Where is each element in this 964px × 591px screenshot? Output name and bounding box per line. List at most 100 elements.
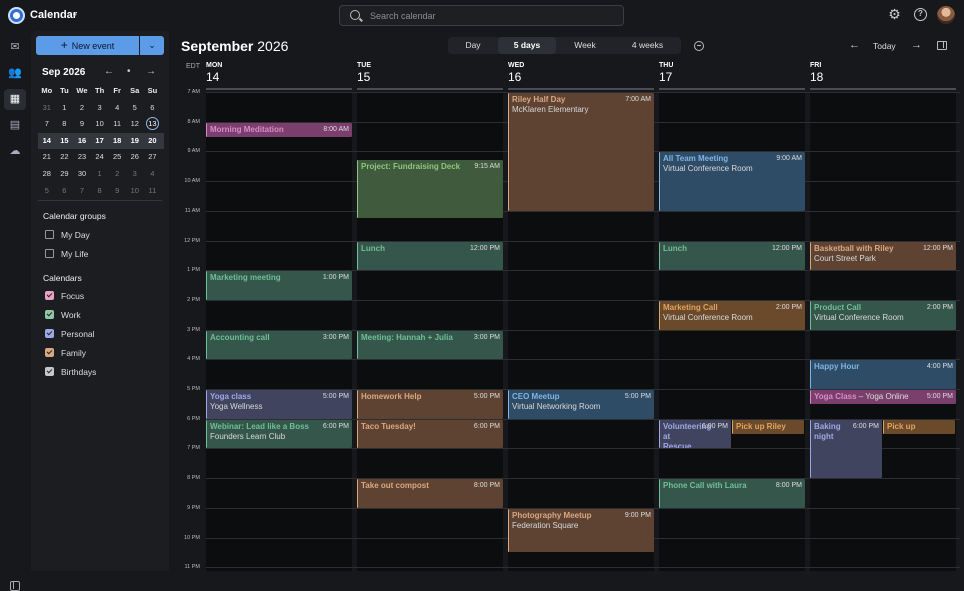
- zoom-out-icon[interactable]: [694, 41, 704, 51]
- mini-today-dot-icon[interactable]: •: [127, 66, 131, 77]
- mini-day[interactable]: 23: [73, 149, 91, 166]
- calendar-event[interactable]: Photography Meetup 9:00 PM Federation Squa…: [508, 508, 654, 553]
- calendar-event[interactable]: All Team Meeting 9:00 AM Virtual Conferenc…: [659, 152, 805, 211]
- mini-day[interactable]: 25: [108, 149, 126, 166]
- mini-day[interactable]: 10: [91, 116, 109, 133]
- day-header[interactable]: MON 14: [206, 62, 352, 84]
- mini-day[interactable]: 8: [56, 116, 74, 133]
- mini-day[interactable]: 1: [56, 100, 74, 117]
- mini-day[interactable]: 5: [38, 183, 56, 200]
- calendar-event[interactable]: Marketing meeting 1:00 PM: [206, 271, 352, 300]
- day-header[interactable]: TUE 15: [357, 62, 503, 84]
- mini-day[interactable]: 9: [108, 183, 126, 200]
- mini-day[interactable]: 22: [56, 149, 74, 166]
- view-tab[interactable]: 5 days: [498, 37, 556, 54]
- avatar[interactable]: [937, 6, 955, 24]
- mini-day[interactable]: 27: [144, 149, 162, 166]
- gear-icon[interactable]: ⚙: [888, 7, 901, 21]
- mini-day[interactable]: 4: [144, 166, 162, 183]
- mini-day[interactable]: 11: [108, 116, 126, 133]
- mini-day[interactable]: 20: [144, 133, 162, 150]
- calendar-icon[interactable]: ▦: [8, 93, 22, 105]
- mini-day[interactable]: 5: [126, 100, 144, 117]
- view-tab[interactable]: 4 weeks: [614, 37, 681, 54]
- mini-day[interactable]: 11: [144, 183, 162, 200]
- search-input[interactable]: Search calendar: [339, 5, 624, 26]
- calendar-event[interactable]: Pick up6:00 PM: [883, 419, 955, 434]
- next-arrow-icon[interactable]: →: [911, 39, 922, 51]
- checkbox-icon[interactable]: [45, 348, 54, 357]
- mini-day[interactable]: 2: [108, 166, 126, 183]
- mini-day[interactable]: 6: [56, 183, 74, 200]
- mini-day[interactable]: 17: [91, 133, 109, 150]
- chevron-down-icon[interactable]: ⌄: [71, 8, 79, 19]
- mini-day[interactable]: 10: [126, 183, 144, 200]
- mini-day[interactable]: 16: [73, 133, 91, 150]
- calendar-event[interactable]: Riley Half Day 7:00 AM McKlaren Elementary: [508, 93, 654, 211]
- help-icon[interactable]: ?: [914, 8, 927, 21]
- calendar-event[interactable]: Taco Tuesday! 6:00 PM: [357, 419, 503, 449]
- view-tab[interactable]: Week: [556, 37, 614, 54]
- day-header[interactable]: WED 16: [508, 62, 654, 84]
- calendar-event[interactable]: Happy Hour 4:00 PM: [810, 360, 956, 389]
- checkbox-icon[interactable]: [45, 367, 54, 376]
- mini-prev-arrow-icon[interactable]: ←: [104, 66, 114, 77]
- calendar-event[interactable]: Phone Call with Laura 8:00 PM: [659, 479, 805, 508]
- tasks-icon[interactable]: ▤: [8, 119, 22, 131]
- day-column[interactable]: [810, 92, 956, 571]
- mini-day[interactable]: 12: [126, 116, 144, 133]
- mini-day[interactable]: 1: [91, 166, 109, 183]
- prev-arrow-icon[interactable]: ←: [849, 39, 860, 51]
- mini-day[interactable]: 26: [126, 149, 144, 166]
- day-header[interactable]: FRI 18: [810, 62, 956, 84]
- mini-day[interactable]: 13: [144, 116, 162, 133]
- mini-day[interactable]: 28: [38, 166, 56, 183]
- mini-day[interactable]: 29: [56, 166, 74, 183]
- calendar-event[interactable]: Take out compost 8:00 PM: [357, 479, 503, 508]
- side-panel-icon[interactable]: [937, 41, 947, 50]
- mini-day[interactable]: 6: [144, 100, 162, 117]
- mini-day[interactable]: 4: [108, 100, 126, 117]
- mini-day[interactable]: 30: [73, 166, 91, 183]
- checkbox-icon[interactable]: [45, 329, 54, 338]
- calendar-event[interactable]: Webinar: Lead like a Boss 6:00 PM Founders…: [206, 419, 352, 449]
- calendar-event[interactable]: CEO Meetup 5:00 PM Virtual Networking Room: [508, 390, 654, 419]
- calendar-event[interactable]: Baking night 6:00 PM: [810, 419, 882, 479]
- calendar-event[interactable]: Homework Help 5:00 PM: [357, 390, 503, 419]
- mini-day[interactable]: 8: [91, 183, 109, 200]
- people-icon[interactable]: 👥: [8, 67, 22, 79]
- mini-day[interactable]: 7: [38, 116, 56, 133]
- checkbox-icon[interactable]: [45, 310, 54, 319]
- checkbox-icon[interactable]: [45, 291, 54, 300]
- calendar-event[interactable]: Basketball with Riley 12:00 PM Court Stree…: [810, 241, 956, 271]
- mini-day[interactable]: 2: [73, 100, 91, 117]
- calendar-event[interactable]: Morning Meditation 8:00 AM: [206, 122, 352, 137]
- mini-day[interactable]: 3: [91, 100, 109, 117]
- new-event-dropdown-button[interactable]: ⌄: [140, 36, 164, 55]
- calendar-event[interactable]: Volunteering at Rescue 6:00 PM: [659, 419, 731, 449]
- mini-day[interactable]: 18: [108, 133, 126, 150]
- mini-day[interactable]: 21: [38, 149, 56, 166]
- mini-day[interactable]: 3: [126, 166, 144, 183]
- today-button[interactable]: Today: [873, 41, 896, 51]
- cloud-icon[interactable]: ☁: [8, 145, 22, 157]
- calendar-event[interactable]: Marketing Call 2:00 PM Virtual Conference …: [659, 300, 805, 330]
- calendar-event[interactable]: Pick up Riley6:00 PM: [732, 419, 804, 434]
- mini-day[interactable]: 9: [73, 116, 91, 133]
- calendar-event[interactable]: Product Call 2:00 PM Virtual Conference Ro…: [810, 300, 956, 330]
- calendar-event[interactable]: Lunch 12:00 PM: [659, 241, 805, 271]
- mini-next-arrow-icon[interactable]: →: [146, 66, 156, 77]
- calendar-event[interactable]: Yoga class 5:00 PM Yoga Wellness: [206, 390, 352, 419]
- mini-day[interactable]: 31: [38, 100, 56, 117]
- mini-day[interactable]: 15: [56, 133, 74, 150]
- mail-icon[interactable]: ✉: [8, 41, 22, 53]
- collapse-sidebar-icon[interactable]: [10, 581, 20, 591]
- calendar-event[interactable]: Accounting call 3:00 PM: [206, 330, 352, 360]
- mini-day[interactable]: 19: [126, 133, 144, 150]
- mini-day[interactable]: 14: [38, 133, 56, 150]
- calendar-event[interactable]: Lunch 12:00 PM: [357, 241, 503, 271]
- mini-day[interactable]: 7: [73, 183, 91, 200]
- view-tab[interactable]: Day: [448, 37, 498, 54]
- mini-day[interactable]: 24: [91, 149, 109, 166]
- calendar-event[interactable]: Project: Fundraising Deck 9:15 AM: [357, 159, 503, 219]
